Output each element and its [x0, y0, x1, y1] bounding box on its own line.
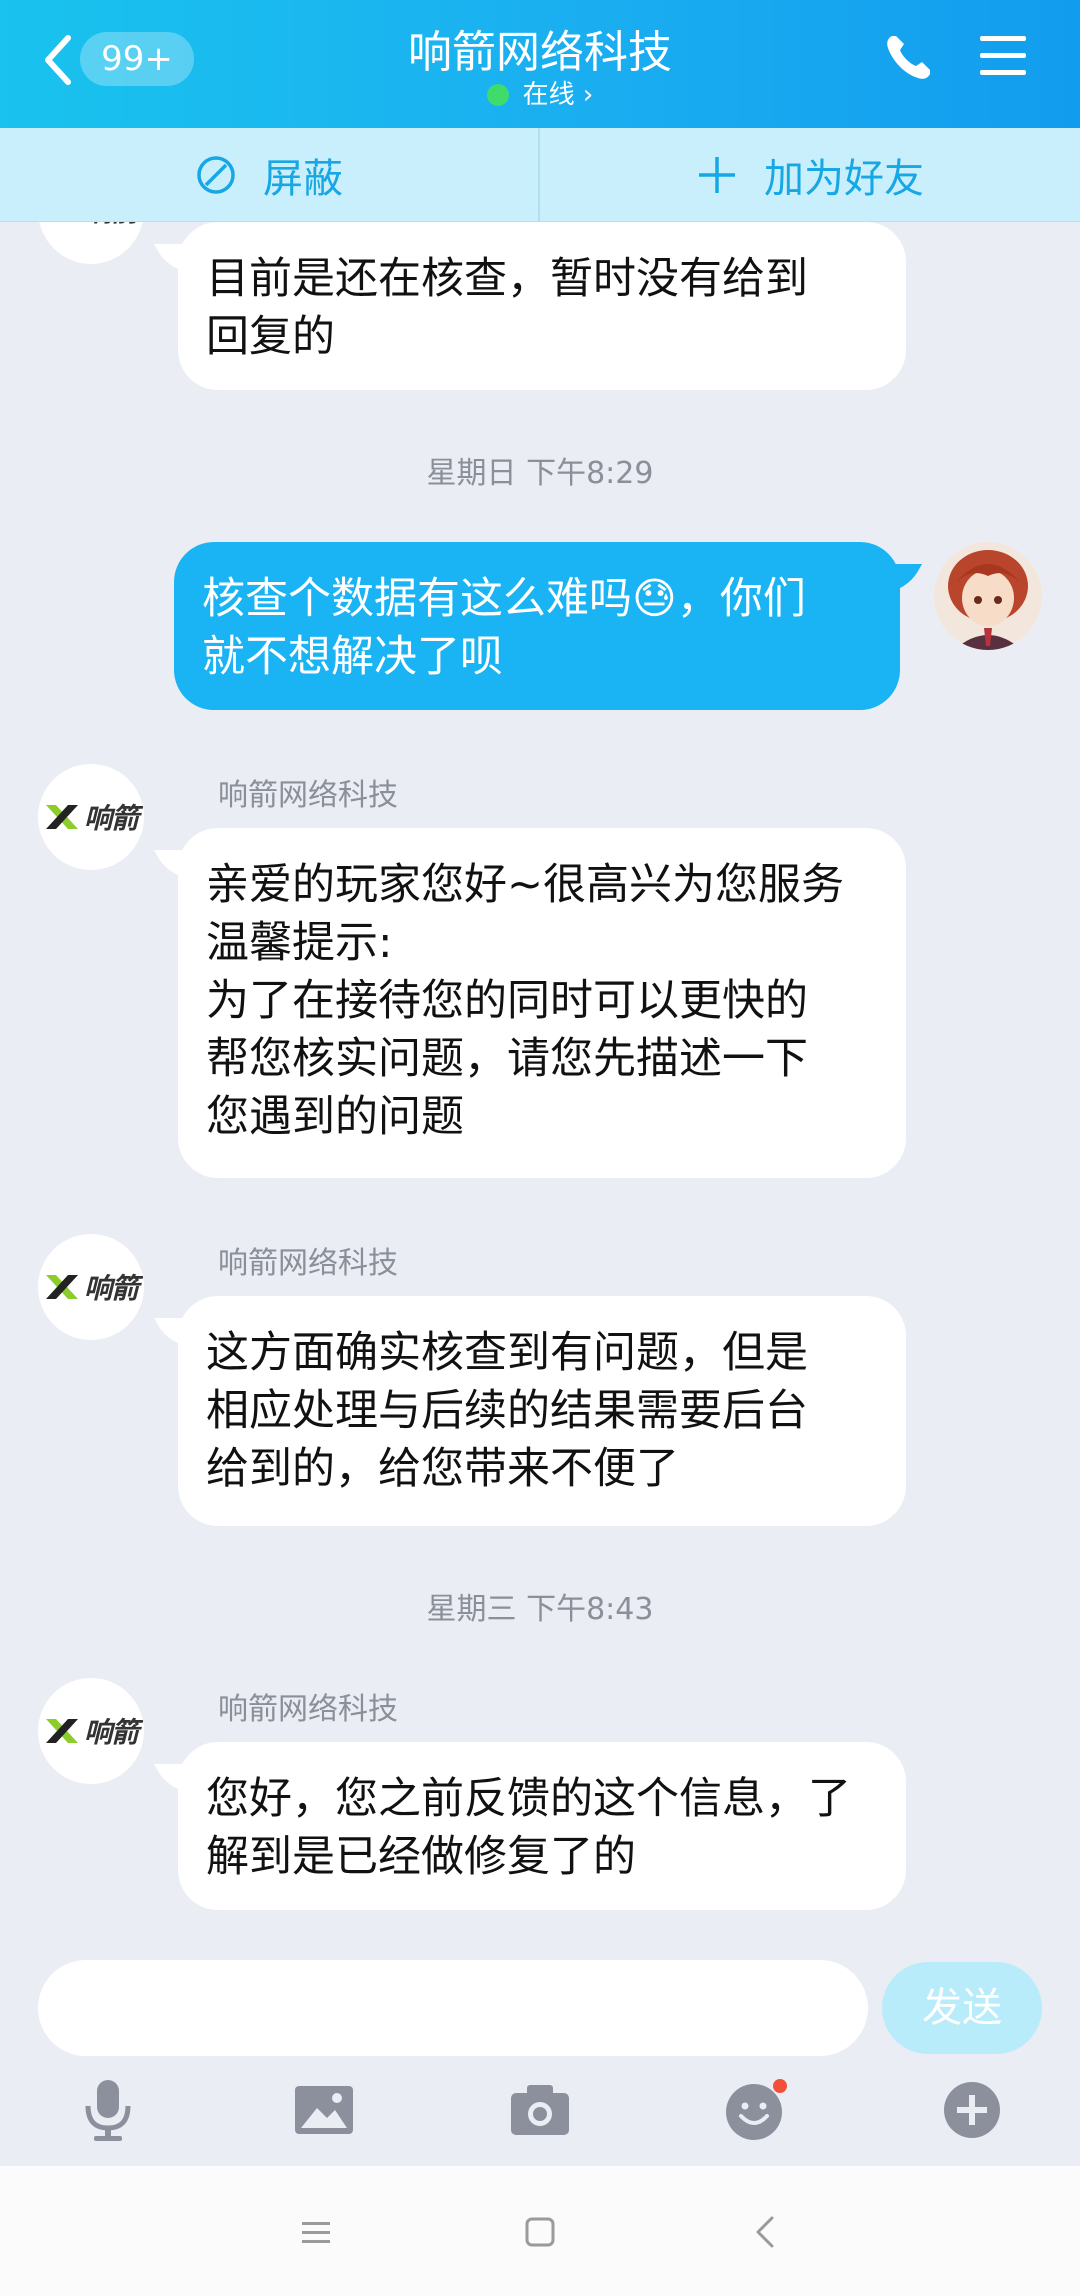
add-friend-label: 加为好友 [764, 156, 924, 202]
message-line: 就不想解决了呗 [202, 632, 503, 682]
timestamp: 星期日 下午8:29 [426, 456, 654, 491]
message-line: 回复的 [206, 312, 335, 362]
sender-name: 响箭网络科技 [218, 1246, 398, 1281]
camera-button[interactable] [504, 2074, 576, 2146]
message-line: 您遇到的问题 [206, 1092, 464, 1142]
partner-avatar[interactable]: 响箭 [38, 764, 144, 870]
system-navigation-bar [0, 2166, 1080, 2296]
add-friend-button[interactable]: 加为好友 [540, 128, 1080, 222]
logo-mark-icon [44, 1717, 80, 1745]
message-bubble[interactable]: 您好，您之前反馈的这个信息，了 解到是已经做修复了的 [178, 1742, 906, 1910]
contact-action-bar: 屏蔽 加为好友 [0, 128, 1080, 222]
block-button[interactable]: 屏蔽 [0, 128, 540, 222]
message-line: 相应处理与后续的结果需要后台 [206, 1386, 808, 1436]
message-line: 解到是已经做修复了的 [206, 1832, 636, 1882]
logo-mark-icon [44, 803, 80, 831]
logo-mark-icon [44, 1273, 80, 1301]
plus-icon [699, 157, 735, 193]
recents-icon[interactable] [294, 2210, 338, 2254]
message-line: 为了在接待您的同时可以更快的 [206, 976, 808, 1026]
camera-icon [511, 2085, 569, 2135]
menu-icon[interactable] [978, 32, 1028, 80]
message-bubble[interactable]: 这方面确实核查到有问题，但是 相应处理与后续的结果需要后台 给到的，给您带来不便… [178, 1296, 906, 1526]
message-line: 亲爱的玩家您好~很高兴为您服务 [206, 860, 845, 910]
more-button[interactable] [936, 2074, 1008, 2146]
my-avatar[interactable] [934, 542, 1042, 650]
message-line: 目前是还在核查，暂时没有给到 [206, 254, 808, 304]
block-label: 屏蔽 [263, 156, 343, 202]
message-input[interactable] [38, 1960, 868, 2056]
partner-avatar[interactable]: 响箭 [38, 1234, 144, 1340]
company-logo: 响箭 [44, 797, 139, 837]
home-icon[interactable] [518, 2210, 562, 2254]
my-message-bubble[interactable]: 核查个数据有这么难吗😓，你们 就不想解决了呗 [174, 542, 900, 710]
voice-button[interactable] [72, 2074, 144, 2146]
smiley-icon [726, 2079, 787, 2140]
message-line: 核查个数据有这么难吗😓，你们 [202, 574, 806, 624]
message-line: 您好，您之前反馈的这个信息，了 [206, 1774, 851, 1824]
message-line: 温馨提示: [206, 918, 393, 968]
partner-avatar[interactable]: 响箭 [38, 1678, 144, 1784]
logo-text: 响箭 [83, 1272, 139, 1305]
logo-text: 响箭 [83, 802, 139, 835]
company-logo: 响箭 [44, 1711, 139, 1751]
message-line: 帮您核实问题，请您先描述一下 [206, 1034, 808, 1084]
message-bubble[interactable]: 亲爱的玩家您好~很高兴为您服务 温馨提示: 为了在接待您的同时可以更快的 帮您核… [178, 828, 906, 1178]
image-icon [295, 2086, 353, 2134]
online-status-label: 在线 › [522, 80, 594, 110]
phone-icon[interactable] [880, 30, 936, 86]
image-button[interactable] [288, 2074, 360, 2146]
block-icon [197, 156, 235, 194]
plus-circle-icon [944, 2082, 1000, 2138]
timestamp: 星期三 下午8:43 [426, 1592, 654, 1627]
send-button[interactable]: 发送 [882, 1962, 1042, 2054]
message-line: 给到的，给您带来不便了 [206, 1444, 679, 1494]
message-line: 这方面确实核查到有问题，但是 [206, 1328, 808, 1378]
logo-text: 响箭 [83, 1716, 139, 1749]
emoji-button[interactable] [720, 2074, 792, 2146]
sender-name: 响箭网络科技 [218, 778, 398, 813]
microphone-icon [85, 2080, 131, 2141]
online-dot-icon [486, 84, 509, 106]
chat-header: 99+ 响箭网络科技 在线 › [0, 0, 1080, 128]
company-logo: 响箭 [44, 1267, 139, 1307]
sender-name: 响箭网络科技 [218, 1692, 398, 1727]
back-nav-icon[interactable] [744, 2210, 788, 2254]
message-bubble[interactable]: 目前是还在核查，暂时没有给到 回复的 [178, 222, 906, 390]
